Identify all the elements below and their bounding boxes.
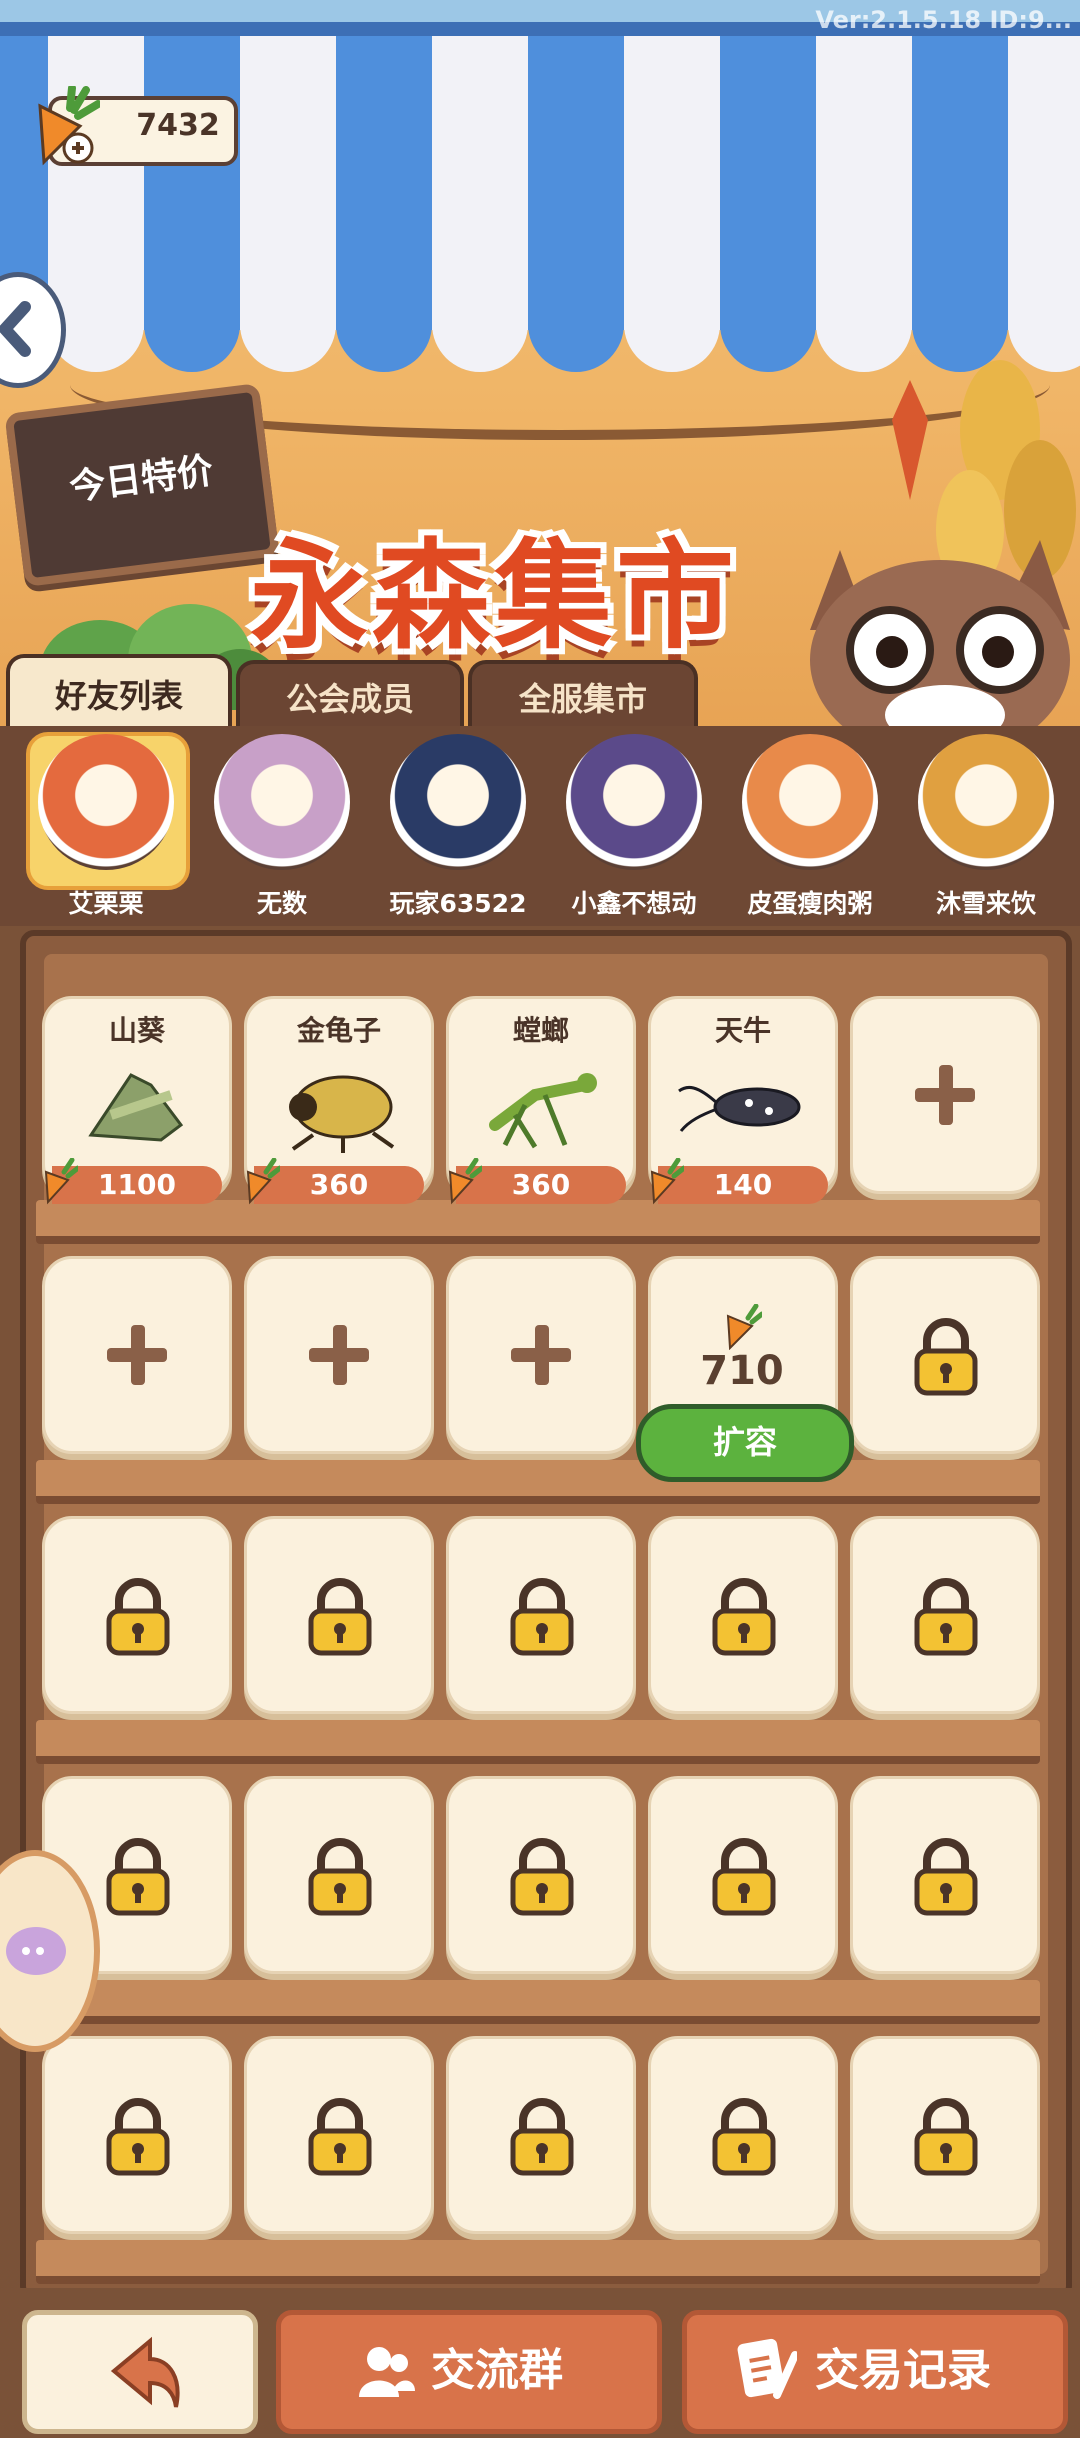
- locked-slot[interactable]: [446, 1516, 636, 1714]
- locked-slot[interactable]: [42, 1516, 232, 1714]
- locked-slot[interactable]: [446, 1776, 636, 1974]
- carrot-icon: [718, 1303, 765, 1351]
- carrot-icon: [442, 1157, 485, 1206]
- item-name: 山葵: [108, 1014, 165, 1047]
- expand-cost: 710: [700, 1348, 784, 1394]
- chat-group-label: 交流群: [431, 2345, 563, 2396]
- locked-slot[interactable]: [648, 2036, 838, 2234]
- lock-icon: [305, 1837, 375, 1917]
- lock-icon: [507, 1577, 577, 1657]
- shelf-board: [36, 1200, 1040, 1244]
- locked-slot[interactable]: [244, 1776, 434, 1974]
- carrot-icon: [38, 1157, 81, 1206]
- bottom-bar: 交流群 交易记录: [0, 2288, 1080, 2438]
- lock-icon: [305, 1577, 375, 1657]
- locked-slot[interactable]: [850, 1516, 1040, 1714]
- lock-icon: [911, 1317, 981, 1397]
- lock-icon: [103, 1577, 173, 1657]
- locked-slot[interactable]: [648, 1516, 838, 1714]
- locked-slot[interactable]: [850, 1256, 1040, 1454]
- lock-icon: [709, 2097, 779, 2177]
- lock-icon: [103, 1837, 173, 1917]
- locked-slot[interactable]: [244, 2036, 434, 2234]
- shelf-board: [36, 1460, 1040, 1504]
- lock-icon: [709, 1577, 779, 1657]
- item-name: 金龟子: [296, 1014, 381, 1047]
- plus-icon: [915, 1065, 975, 1125]
- locked-slot[interactable]: [648, 1776, 838, 1974]
- people-icon: [359, 2347, 415, 2397]
- shelf-board: [36, 2240, 1040, 2284]
- locked-slot[interactable]: [850, 1776, 1040, 1974]
- shelf-slots: 山葵 1100 金龟子 360 螳螂 360 天牛 140: [0, 0, 1080, 2288]
- chat-bubble-icon[interactable]: [0, 1850, 100, 2052]
- ledger-icon: [737, 2338, 797, 2399]
- plus-icon: [309, 1325, 369, 1385]
- plus-icon: [511, 1325, 571, 1385]
- lock-icon: [911, 1837, 981, 1917]
- trade-records-button[interactable]: 交易记录: [682, 2310, 1068, 2434]
- item-image: [71, 1055, 201, 1155]
- lock-icon: [911, 1577, 981, 1657]
- item-name: 天牛: [714, 1014, 771, 1047]
- lock-icon: [507, 2097, 577, 2177]
- lock-icon: [507, 1837, 577, 1917]
- lock-icon: [911, 2097, 981, 2177]
- add-item-slot[interactable]: [446, 1256, 636, 1454]
- lock-icon: [103, 2097, 173, 2177]
- item-name: 螳螂: [512, 1014, 569, 1047]
- add-item-slot[interactable]: [42, 1256, 232, 1454]
- locked-slot[interactable]: [42, 2036, 232, 2234]
- trade-records-label: 交易记录: [815, 2345, 991, 2396]
- item-image: [273, 1055, 403, 1155]
- shelf-board: [36, 1980, 1040, 2024]
- carrot-icon: [644, 1157, 687, 1206]
- item-image: [677, 1055, 807, 1155]
- expand-button[interactable]: 扩容: [636, 1404, 854, 1482]
- back-arrow-icon: [110, 2336, 180, 2408]
- locked-slot[interactable]: [244, 1516, 434, 1714]
- locked-slot[interactable]: [850, 2036, 1040, 2234]
- lock-icon: [709, 1837, 779, 1917]
- add-item-slot[interactable]: [850, 996, 1040, 1194]
- plus-icon: [107, 1325, 167, 1385]
- lock-icon: [305, 2097, 375, 2177]
- carrot-icon: [240, 1157, 283, 1206]
- locked-slot[interactable]: [446, 2036, 636, 2234]
- shelf-board: [36, 1720, 1040, 1764]
- back-button[interactable]: [22, 2310, 258, 2434]
- add-item-slot[interactable]: [244, 1256, 434, 1454]
- chat-group-button[interactable]: 交流群: [276, 2310, 662, 2434]
- item-image: [475, 1055, 605, 1155]
